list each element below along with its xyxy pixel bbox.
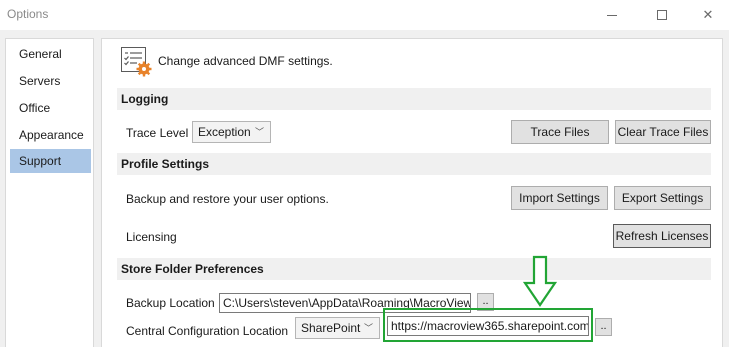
- panel-description: Change advanced DMF settings.: [158, 54, 333, 68]
- central-configuration-location-label: Central Configuration Location: [126, 324, 289, 338]
- refresh-licenses-button[interactable]: Refresh Licenses: [613, 224, 711, 248]
- sidebar-item-servers[interactable]: Servers: [10, 69, 91, 93]
- central-location-browse-button[interactable]: ..: [595, 318, 612, 336]
- trace-level-label: Trace Level: [126, 126, 189, 140]
- section-header-profile-settings: Profile Settings: [117, 153, 711, 175]
- settings-checklist-gear-icon: [121, 47, 152, 77]
- sidebar-item-general[interactable]: General: [10, 42, 91, 66]
- backup-location-label: Backup Location: [126, 296, 215, 310]
- maximize-icon: [657, 10, 667, 20]
- annotation-down-arrow-icon: [523, 255, 557, 307]
- licensing-label: Licensing: [126, 230, 177, 244]
- maximize-button[interactable]: [639, 0, 685, 30]
- export-settings-button[interactable]: Export Settings: [614, 186, 711, 210]
- sidebar-item-appearance[interactable]: Appearance: [10, 123, 91, 147]
- minimize-icon: [607, 14, 617, 16]
- clear-trace-files-button[interactable]: Clear Trace Files: [615, 120, 711, 144]
- options-sidebar: General Servers Office Appearance Suppor…: [5, 38, 94, 347]
- annotation-highlight-box: [383, 308, 593, 342]
- central-location-type-value: SharePoint: [301, 321, 361, 335]
- trace-level-value: Exception: [198, 125, 251, 139]
- minimize-button[interactable]: [589, 0, 635, 30]
- sidebar-item-support[interactable]: Support: [10, 149, 91, 173]
- trace-level-select[interactable]: Exception ﹀: [192, 121, 271, 143]
- chevron-down-icon: ﹀: [363, 323, 373, 333]
- close-icon: ✕: [702, 7, 714, 22]
- backup-restore-description: Backup and restore your user options.: [126, 192, 329, 206]
- section-header-logging: Logging: [117, 88, 711, 110]
- import-settings-button[interactable]: Import Settings: [511, 186, 608, 210]
- sidebar-item-office[interactable]: Office: [10, 96, 91, 120]
- title-bar: Options ✕: [0, 0, 729, 30]
- trace-files-button[interactable]: Trace Files: [511, 120, 609, 144]
- central-location-type-select[interactable]: SharePoint ﹀: [295, 317, 380, 339]
- close-button[interactable]: ✕: [685, 0, 729, 30]
- chevron-down-icon: ﹀: [254, 127, 264, 137]
- section-header-store-folder-preferences: Store Folder Preferences: [117, 258, 711, 280]
- window-title: Options: [7, 7, 49, 21]
